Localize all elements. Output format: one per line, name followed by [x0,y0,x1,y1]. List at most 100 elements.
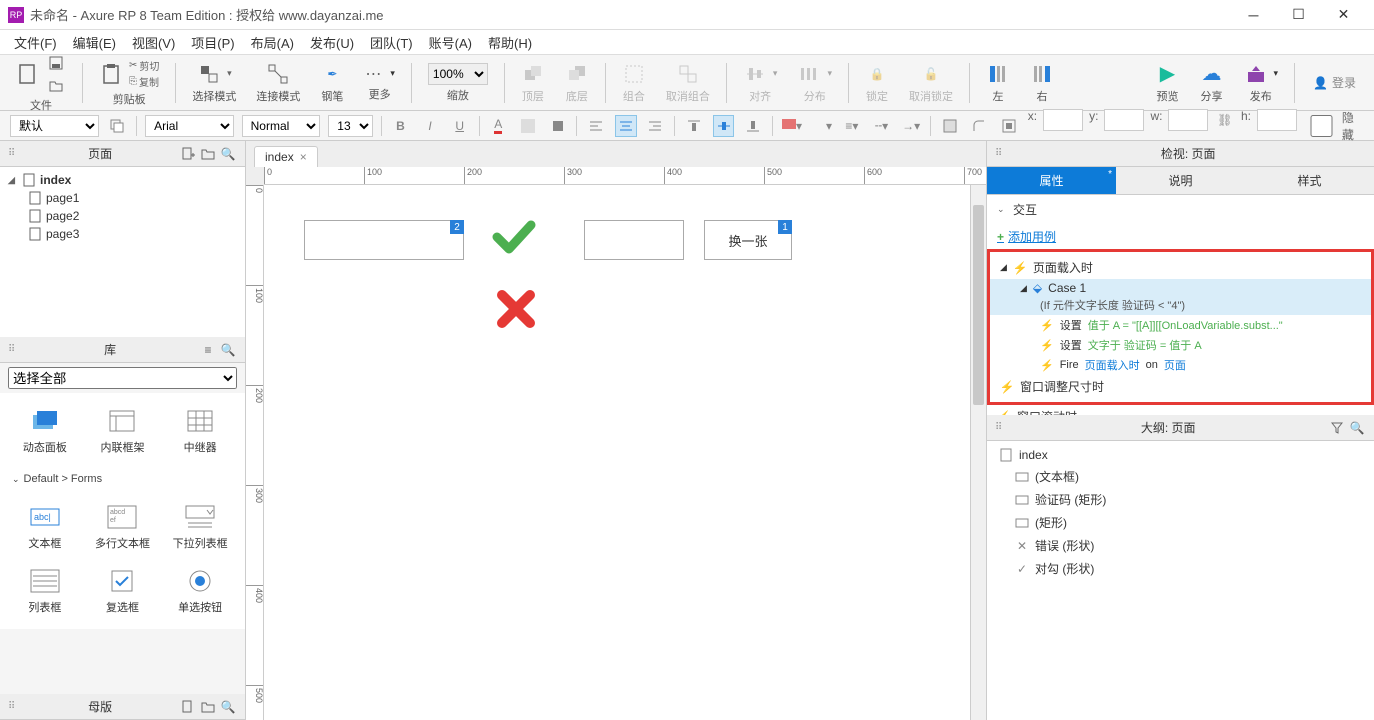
panel-handle-icon[interactable]: ⠿ [995,148,1002,159]
dock-left-icon[interactable] [986,62,1010,86]
hidden-checkbox[interactable] [1303,115,1340,137]
search-outline-icon[interactable]: 🔍 [1348,419,1366,437]
more-icon[interactable]: ⋯ [364,64,384,84]
panel-handle-icon[interactable]: ⠿ [8,344,15,355]
interactions-section-header[interactable]: ⌄ 交互 [987,195,1374,224]
text-color-button[interactable]: A [487,115,509,137]
inner-shadow-button[interactable] [939,115,961,137]
minimize-button[interactable]: ─ [1231,1,1276,29]
preview-icon[interactable]: ▶ [1156,62,1180,86]
lib-item-textarea[interactable]: abcdef多行文本框 [86,497,160,557]
tree-item-index[interactable]: ◢ index [0,171,245,189]
login-button[interactable]: 👤 登录 [1303,74,1366,91]
line-color-button[interactable]: ▾ [811,115,833,137]
outer-shadow-button[interactable] [547,115,569,137]
inspector-tab-properties[interactable]: 属性* [987,167,1116,195]
unlock-icon[interactable]: 🔓 [919,62,943,86]
lib-item-iframe[interactable]: 内联框架 [86,401,160,461]
add-page-icon[interactable] [179,145,197,163]
cut-button[interactable]: ✂剪切 [129,58,159,73]
line-width-button[interactable]: ≡▾ [841,115,863,137]
event-scroll[interactable]: ⚡ 窗口滚动时 [987,405,1374,415]
outline-item-textbox[interactable]: (文本框) [987,465,1374,488]
pen-icon[interactable]: ✒ [320,62,344,86]
event-pageload[interactable]: ◢ ⚡ 页面载入时 [990,256,1371,279]
padding-button[interactable] [998,115,1020,137]
tree-arrow-icon[interactable]: ◢ [8,175,18,186]
search-lib-icon[interactable]: 🔍 [219,341,237,359]
fill-color-button[interactable]: ▾ [781,115,803,137]
h-input[interactable] [1257,109,1297,131]
refresh-button-widget[interactable]: 1 换一张 [704,220,792,260]
bg-color-button[interactable] [517,115,539,137]
lib-item-textbox[interactable]: abc|文本框 [8,497,82,557]
underline-button[interactable]: U [449,115,471,137]
outline-item-index[interactable]: index [987,445,1374,465]
menu-project[interactable]: 项目(P) [187,31,238,54]
copy-button[interactable]: ⎘复制 [129,74,159,89]
add-folder-icon[interactable] [199,145,217,163]
lib-item-repeater[interactable]: 中继器 [163,401,237,461]
publish-icon[interactable] [1244,62,1268,86]
add-case-link[interactable]: +添加用例 [987,224,1374,249]
align-center-button[interactable] [615,115,637,137]
valign-top-button[interactable] [683,115,705,137]
ungroup-icon[interactable] [676,62,700,86]
italic-button[interactable]: I [419,115,441,137]
select-mode-icon[interactable] [197,62,221,86]
lock-icon[interactable]: 🔒 [865,62,889,86]
inspector-tab-notes[interactable]: 说明 [1116,167,1245,195]
check-shape-widget[interactable] [489,215,539,260]
y-input[interactable] [1104,109,1144,131]
outline-item-error-shape[interactable]: ✕ 错误 (形状) [987,534,1374,557]
tab-index[interactable]: index × [254,146,318,167]
link-wh-icon[interactable]: ⛓ [1214,109,1235,131]
event-resize[interactable]: ⚡ 窗口调整尺寸时 [990,375,1371,398]
outline-item-rect[interactable]: (矩形) [987,511,1374,534]
dock-right-icon[interactable] [1030,62,1054,86]
zoom-select[interactable]: 100% [428,63,488,85]
panel-handle-icon[interactable]: ⠿ [8,148,15,159]
menu-file[interactable]: 文件(F) [10,31,61,54]
action-set-text[interactable]: ⚡ 设置 文字于 验证码 = 值于 A [990,335,1371,355]
connect-mode-icon[interactable] [266,62,290,86]
corner-radius-button[interactable] [969,115,991,137]
lib-item-listbox[interactable]: 列表框 [8,561,82,621]
align-icon[interactable] [743,62,767,86]
valign-bottom-button[interactable] [742,115,764,137]
tree-item-page2[interactable]: page2 [0,207,245,225]
align-left-button[interactable] [585,115,607,137]
tree-item-page3[interactable]: page3 [0,225,245,243]
inspector-tab-style[interactable]: 样式 [1245,167,1374,195]
add-master-icon[interactable] [179,698,197,716]
style-preset-select[interactable]: 默认 [10,115,99,137]
share-icon[interactable]: ☁ [1200,62,1224,86]
tree-item-page1[interactable]: page1 [0,189,245,207]
font-select[interactable]: Arial [145,115,234,137]
group-icon[interactable] [622,62,646,86]
textbox-widget[interactable]: 2 [304,220,464,260]
lib-item-radio[interactable]: 单选按钮 [163,561,237,621]
maximize-button[interactable]: ☐ [1276,1,1321,29]
tab-close-icon[interactable]: × [300,150,307,164]
save-icon[interactable] [46,53,66,73]
copy-style-icon[interactable] [107,115,129,137]
menu-view[interactable]: 视图(V) [128,31,179,54]
menu-help[interactable]: 帮助(H) [484,31,536,54]
bold-button[interactable]: B [390,115,412,137]
valign-middle-button[interactable] [713,115,735,137]
close-button[interactable]: ✕ [1321,1,1366,29]
canvas-scrollbar-v[interactable] [970,185,986,720]
action-fire-event[interactable]: ⚡ Fire 页面载入时 on 页面 [990,355,1371,375]
align-right-button[interactable] [645,115,667,137]
lib-menu-icon[interactable]: ≡ [199,341,217,359]
filter-outline-icon[interactable] [1328,419,1346,437]
canvas[interactable]: 2 1 换一张 [264,185,970,720]
outline-item-check-shape[interactable]: ✓ 对勾 (形状) [987,557,1374,580]
distribute-icon[interactable] [797,62,821,86]
menu-edit[interactable]: 编辑(E) [69,31,120,54]
arrow-style-button[interactable]: →▾ [900,115,922,137]
case-row[interactable]: ◢ ⬙ Case 1 [990,279,1371,297]
menu-account[interactable]: 账号(A) [425,31,476,54]
cross-shape-widget[interactable] [492,285,540,333]
